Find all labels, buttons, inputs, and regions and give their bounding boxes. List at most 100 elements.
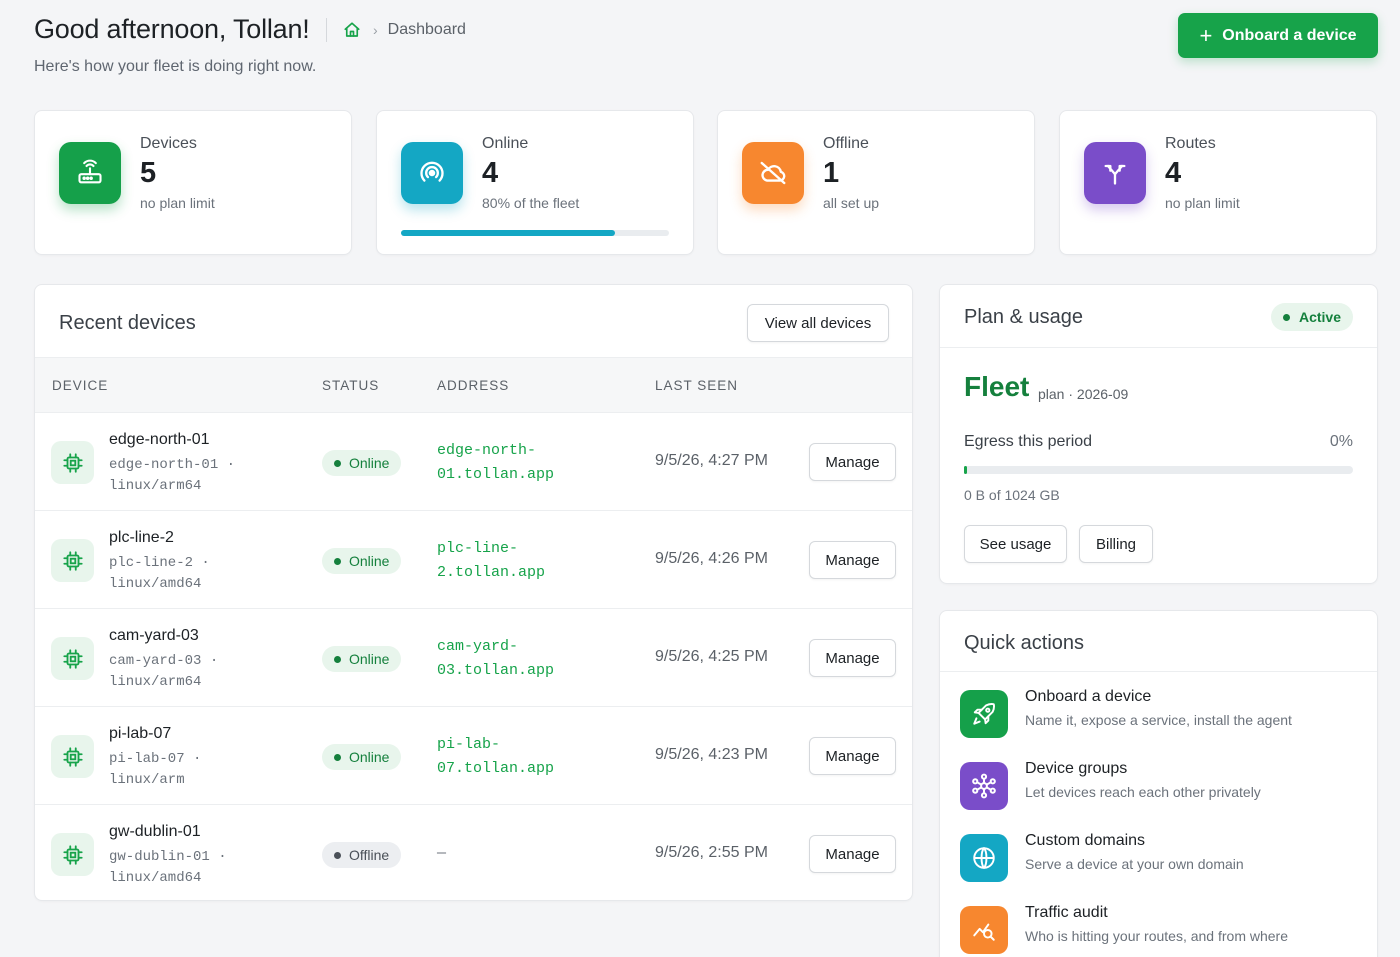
egress-note: 0 B of 1024 GB xyxy=(964,487,1060,503)
chip-icon xyxy=(51,833,94,876)
device-address: — xyxy=(437,845,447,862)
signal-icon xyxy=(401,142,463,204)
recent-devices-panel: Recent devices View all devices DEVICE S… xyxy=(34,284,913,901)
device-name: edge-north-01 xyxy=(109,431,210,448)
device-address-link[interactable]: plc-line-2.tollan.app xyxy=(437,537,577,585)
quick-action-desc: Name it, expose a service, install the a… xyxy=(1025,712,1292,728)
device-name: cam-yard-03 xyxy=(109,627,199,644)
status-text: Offline xyxy=(349,847,390,863)
stat-card-online: Online 4 80% of the fleet xyxy=(376,110,694,255)
device-address-link[interactable]: edge-north-01.tollan.app xyxy=(437,439,577,487)
manage-button[interactable]: Manage xyxy=(809,443,896,481)
quick-action-title: Custom domains xyxy=(1025,832,1146,849)
page-subtitle: Here's how your fleet is doing right now… xyxy=(34,58,317,75)
chip-icon xyxy=(51,637,94,680)
status-dot xyxy=(334,753,341,761)
quick-actions-title: Quick actions xyxy=(964,632,1085,654)
page-header: Good afternoon, Tollan! › Dashboard Here… xyxy=(34,12,1378,92)
egress-percent: 0% xyxy=(1329,433,1353,450)
stat-label: Devices xyxy=(140,135,197,152)
status-text: Online xyxy=(349,651,390,667)
quick-action-title: Onboard a device xyxy=(1025,688,1152,705)
quick-action-device-groups[interactable]: Device groups Let devices reach each oth… xyxy=(960,756,1357,816)
home-icon[interactable] xyxy=(343,21,361,39)
table-row[interactable]: cam-yard-03 cam-yard-03 · linux/arm64 On… xyxy=(35,609,912,707)
quick-action-onboard[interactable]: Onboard a device Name it, expose a servi… xyxy=(960,684,1357,744)
device-name: pi-lab-07 xyxy=(109,725,172,742)
quick-action-desc: Serve a device at your own domain xyxy=(1025,856,1244,872)
device-address-link[interactable]: pi-lab-07.tollan.app xyxy=(437,733,577,781)
device-address-link[interactable]: cam-yard-03.tollan.app xyxy=(437,635,577,683)
greeting: Good afternoon, Tollan! xyxy=(34,14,310,44)
plan-period: plan · 2026-09 xyxy=(1038,386,1129,402)
audit-icon xyxy=(960,906,1008,954)
quick-action-title: Traffic audit xyxy=(1025,904,1108,921)
fork-icon xyxy=(1084,142,1146,204)
status-text: Online xyxy=(349,455,390,471)
status-text: Online xyxy=(349,553,390,569)
status-badge: Online xyxy=(322,646,402,672)
onboard-device-button[interactable]: + Onboard a device xyxy=(1178,13,1378,58)
status-badge: Online xyxy=(322,450,402,476)
device-meta: cam-yard-03 · linux/arm64 xyxy=(109,653,219,690)
status-dot xyxy=(334,655,341,663)
stat-label: Offline xyxy=(823,135,869,152)
device-meta: edge-north-01 · linux/arm64 xyxy=(109,457,236,494)
stat-card-devices: Devices 5 no plan limit xyxy=(34,110,352,255)
device-table-body: edge-north-01 edge-north-01 · linux/arm6… xyxy=(35,413,912,900)
device-meta: pi-lab-07 · linux/arm xyxy=(109,751,202,788)
col-device: DEVICE xyxy=(52,378,109,393)
status-badge: Offline xyxy=(322,842,402,868)
device-name: plc-line-2 xyxy=(109,529,174,546)
stat-note: no plan limit xyxy=(140,195,215,211)
table-header: DEVICE STATUS ADDRESS LAST SEEN xyxy=(35,357,912,413)
stat-note: 80% of the fleet xyxy=(482,195,580,211)
last-seen: 9/5/26, 4:25 PM xyxy=(655,648,768,665)
manage-button[interactable]: Manage xyxy=(809,541,896,579)
breadcrumb-current: Dashboard xyxy=(387,21,466,38)
online-progress-fill xyxy=(401,230,616,236)
device-name: gw-dublin-01 xyxy=(109,823,201,840)
status-dot xyxy=(334,557,341,565)
last-seen: 9/5/26, 4:23 PM xyxy=(655,746,768,763)
manage-button[interactable]: Manage xyxy=(809,737,896,775)
quick-action-desc: Who is hitting your routes, and from whe… xyxy=(1025,928,1289,944)
table-row[interactable]: pi-lab-07 pi-lab-07 · linux/arm Online p… xyxy=(35,707,912,805)
billing-button[interactable]: Billing xyxy=(1079,525,1153,563)
table-row[interactable]: gw-dublin-01 gw-dublin-01 · linux/amd64 … xyxy=(35,805,912,900)
status-badge: Online xyxy=(322,548,402,574)
status-text: Online xyxy=(349,749,390,765)
stat-label: Online xyxy=(482,135,529,152)
device-meta: plc-line-2 · linux/amd64 xyxy=(109,555,210,592)
chip-icon xyxy=(51,539,94,582)
manage-button[interactable]: Manage xyxy=(809,835,896,873)
view-all-devices-button[interactable]: View all devices xyxy=(747,304,889,342)
breadcrumb: › Dashboard xyxy=(326,18,466,42)
plan-name: Fleet xyxy=(964,371,1030,402)
quick-action-desc: Let devices reach each other privately xyxy=(1025,784,1261,800)
cloud-off-icon xyxy=(742,142,804,204)
device-meta: gw-dublin-01 · linux/amd64 xyxy=(109,849,227,886)
plan-usage-panel: Plan & usage Active Fleet plan · 2026-09… xyxy=(939,284,1378,584)
see-usage-button[interactable]: See usage xyxy=(964,525,1067,563)
plus-icon: + xyxy=(1199,22,1213,48)
quick-action-traffic-audit[interactable]: Traffic audit Who is hitting your routes… xyxy=(960,900,1357,957)
egress-progress-fill xyxy=(964,466,967,474)
manage-button[interactable]: Manage xyxy=(809,639,896,677)
quick-actions-panel: Quick actions Onboard a device Name it, … xyxy=(939,610,1378,957)
chip-icon xyxy=(51,441,94,484)
quick-action-title: Device groups xyxy=(1025,760,1128,777)
status-dot xyxy=(334,851,341,859)
globe-icon xyxy=(960,834,1008,882)
quick-action-custom-domains[interactable]: Custom domains Serve a device at your ow… xyxy=(960,828,1357,888)
plan-status-badge: Active xyxy=(1270,303,1353,331)
divider xyxy=(940,347,1377,348)
egress-progress-bar xyxy=(964,466,1353,474)
rocket-icon xyxy=(960,690,1008,738)
table-row[interactable]: edge-north-01 edge-north-01 · linux/arm6… xyxy=(35,413,912,511)
onboard-device-label: Onboard a device xyxy=(1222,26,1357,44)
table-row[interactable]: plc-line-2 plc-line-2 · linux/amd64 Onli… xyxy=(35,511,912,609)
col-status: STATUS xyxy=(322,378,380,393)
stat-note: no plan limit xyxy=(1165,195,1240,211)
egress-label: Egress this period xyxy=(964,433,1093,450)
